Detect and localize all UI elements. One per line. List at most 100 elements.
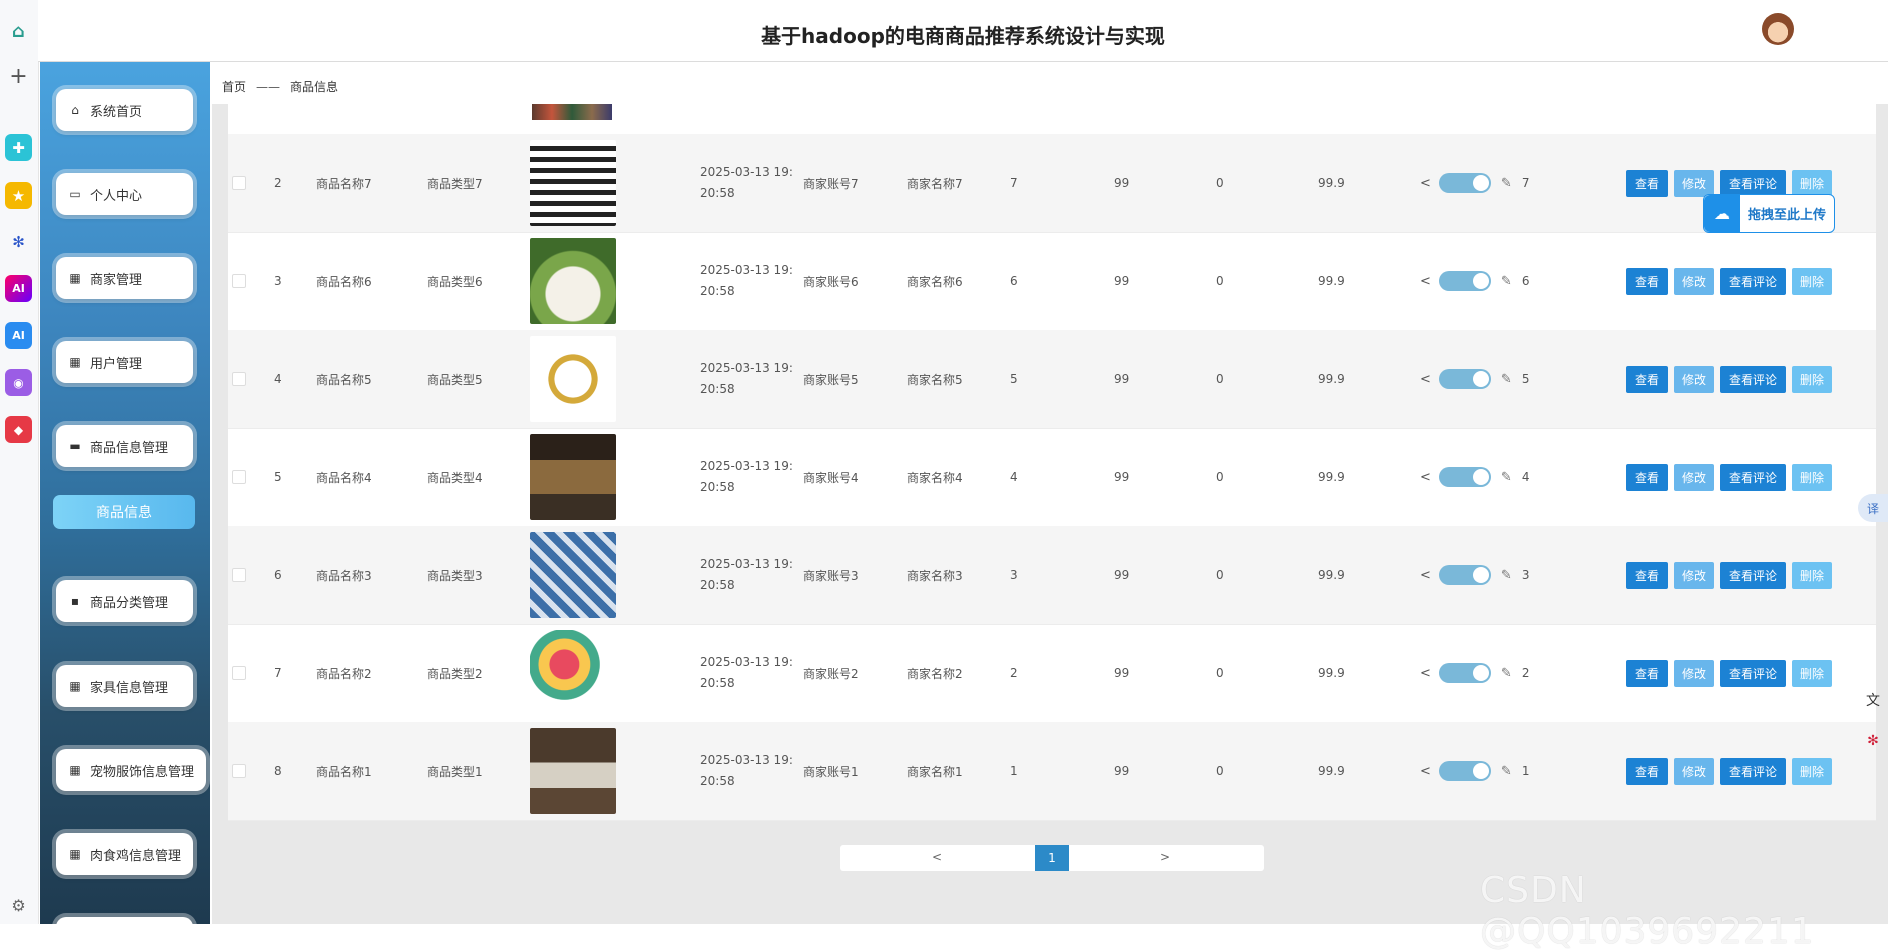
merchant-name: 商家名称4 [907, 470, 963, 485]
status-toggle[interactable] [1438, 467, 1491, 487]
status-toggle[interactable] [1438, 369, 1491, 389]
delete-button[interactable]: 删除 [1792, 757, 1832, 785]
share-icon[interactable]: < [1420, 176, 1431, 191]
breadcrumb-home[interactable]: 首页 [222, 80, 246, 94]
edit-button[interactable]: 修改 [1674, 659, 1714, 687]
delete-button[interactable]: 删除 [1792, 561, 1832, 589]
avatar[interactable] [1762, 13, 1794, 45]
game-icon[interactable]: ◆ [5, 416, 32, 443]
sidebar-item-label: 宠物服饰信息管理 [90, 764, 195, 780]
view-button[interactable]: 查看 [1626, 463, 1668, 491]
row-checkbox[interactable] [232, 764, 246, 778]
share-icon[interactable]: < [1420, 372, 1431, 387]
row-checkbox[interactable] [232, 470, 246, 484]
view-button[interactable]: 查看 [1626, 757, 1668, 785]
sidebar-item-more[interactable] [56, 917, 193, 924]
settings-icon[interactable]: ⚙ [5, 892, 32, 919]
delete-button[interactable]: 删除 [1792, 267, 1832, 295]
network-icon[interactable]: ✻ [5, 228, 32, 255]
product-name: 商品名称1 [316, 764, 372, 779]
sidebar-item-pet-apparel[interactable]: ▦ 宠物服饰信息管理 [56, 749, 206, 791]
share-icon[interactable]: < [1420, 470, 1431, 485]
merchant-name: 商家名称2 [907, 666, 963, 681]
network-share-icon[interactable]: ✻ [1858, 727, 1888, 755]
robot-icon[interactable]: ◉ [5, 369, 32, 396]
row-checkbox[interactable] [232, 666, 246, 680]
edit-pen-icon[interactable]: ✎ [1501, 470, 1512, 485]
edit-button[interactable]: 修改 [1674, 757, 1714, 785]
ai-chat-icon[interactable]: AI [5, 322, 32, 349]
status-toggle[interactable] [1438, 271, 1491, 291]
sidebar-subitem-product-info[interactable]: 商品信息 [53, 495, 195, 529]
row-checkbox[interactable] [232, 176, 246, 190]
view-reviews-button[interactable]: 查看评论 [1720, 561, 1786, 589]
status-toggle[interactable] [1438, 761, 1491, 781]
view-reviews-button[interactable]: 查看评论 [1720, 659, 1786, 687]
delete-button[interactable]: 删除 [1792, 659, 1832, 687]
star-icon[interactable]: ★ [5, 182, 32, 209]
edit-pen-icon[interactable]: ✎ [1501, 176, 1512, 191]
sidebar-item-merchant[interactable]: ▦ 商家管理 [56, 257, 193, 299]
view-reviews-button[interactable]: 查看评论 [1720, 267, 1786, 295]
share-icon[interactable]: < [1420, 764, 1431, 779]
edit-pen-icon[interactable]: ✎ [1501, 274, 1512, 289]
view-button[interactable]: 查看 [1626, 659, 1668, 687]
ai-icon[interactable]: AI [5, 275, 32, 302]
sidebar-item-users[interactable]: ▦ 用户管理 [56, 341, 193, 383]
sidebar-item-broiler[interactable]: ▦ 肉食鸡信息管理 [56, 833, 193, 875]
table-row: 2 商品名称7 商品类型7 2025-03-13 19:20:58 商家账号7 … [228, 134, 1876, 233]
view-button[interactable]: 查看 [1626, 561, 1668, 589]
edit-button[interactable]: 修改 [1674, 169, 1714, 197]
home-icon[interactable]: ⌂ [5, 18, 32, 45]
status-toggle[interactable] [1438, 663, 1491, 683]
merchant-account: 商家账号1 [803, 764, 859, 779]
row-index: 8 [274, 764, 282, 778]
stock-count: 3 [1010, 568, 1018, 582]
view-button[interactable]: 查看 [1626, 365, 1668, 393]
share-icon[interactable]: < [1420, 666, 1431, 681]
sidebar-item-label: 商家管理 [90, 272, 143, 288]
language-icon[interactable]: 文 [1858, 686, 1888, 714]
delete-button[interactable]: 删除 [1792, 169, 1832, 197]
edit-pen-icon[interactable]: ✎ [1501, 372, 1512, 387]
status-toggle[interactable] [1438, 565, 1491, 585]
status-toggle[interactable] [1438, 173, 1491, 193]
share-icon[interactable]: < [1420, 274, 1431, 289]
prev-page-button[interactable]: < [932, 850, 942, 864]
sidebar-item-home[interactable]: ⌂ 系统首页 [56, 89, 193, 131]
app-icon[interactable]: ✚ [5, 134, 32, 161]
breadcrumb-current: 商品信息 [290, 80, 339, 94]
edit-button[interactable]: 修改 [1674, 463, 1714, 491]
grid-icon: ▦ [69, 679, 81, 693]
delete-button[interactable]: 删除 [1792, 463, 1832, 491]
plus-icon[interactable]: + [5, 63, 32, 90]
sidebar-item-furniture[interactable]: ▦ 家具信息管理 [56, 665, 193, 707]
view-reviews-button[interactable]: 查看评论 [1720, 463, 1786, 491]
view-button[interactable]: 查看 [1626, 267, 1668, 295]
current-page-button[interactable]: 1 [1035, 845, 1069, 871]
row-checkbox[interactable] [232, 568, 246, 582]
view-reviews-button[interactable]: 查看评论 [1720, 169, 1786, 197]
sidebar-item-category[interactable]: ▪ 商品分类管理 [56, 580, 193, 622]
edit-pen-icon[interactable]: ✎ [1501, 666, 1512, 681]
edit-button[interactable]: 修改 [1674, 561, 1714, 589]
edit-button[interactable]: 修改 [1674, 267, 1714, 295]
publish-time: 2025-03-13 19:20:58 [700, 165, 793, 200]
row-checkbox[interactable] [232, 274, 246, 288]
view-button[interactable]: 查看 [1626, 169, 1668, 197]
price: 99.9 [1318, 372, 1345, 386]
grid-icon: ▦ [69, 355, 81, 369]
drag-upload-widget[interactable]: ☁ 拖拽至此上传 [1703, 194, 1835, 233]
edit-pen-icon[interactable]: ✎ [1501, 764, 1512, 779]
share-icon[interactable]: < [1420, 568, 1431, 583]
sidebar-item-profile[interactable]: ▭ 个人中心 [56, 173, 193, 215]
view-reviews-button[interactable]: 查看评论 [1720, 365, 1786, 393]
sidebar-item-product-info[interactable]: ▬ 商品信息管理 [56, 425, 193, 467]
edit-pen-icon[interactable]: ✎ [1501, 568, 1512, 583]
translate-icon[interactable]: 译 [1858, 494, 1888, 522]
row-checkbox[interactable] [232, 372, 246, 386]
view-reviews-button[interactable]: 查看评论 [1720, 757, 1786, 785]
edit-button[interactable]: 修改 [1674, 365, 1714, 393]
delete-button[interactable]: 删除 [1792, 365, 1832, 393]
next-page-button[interactable]: > [1160, 850, 1170, 864]
